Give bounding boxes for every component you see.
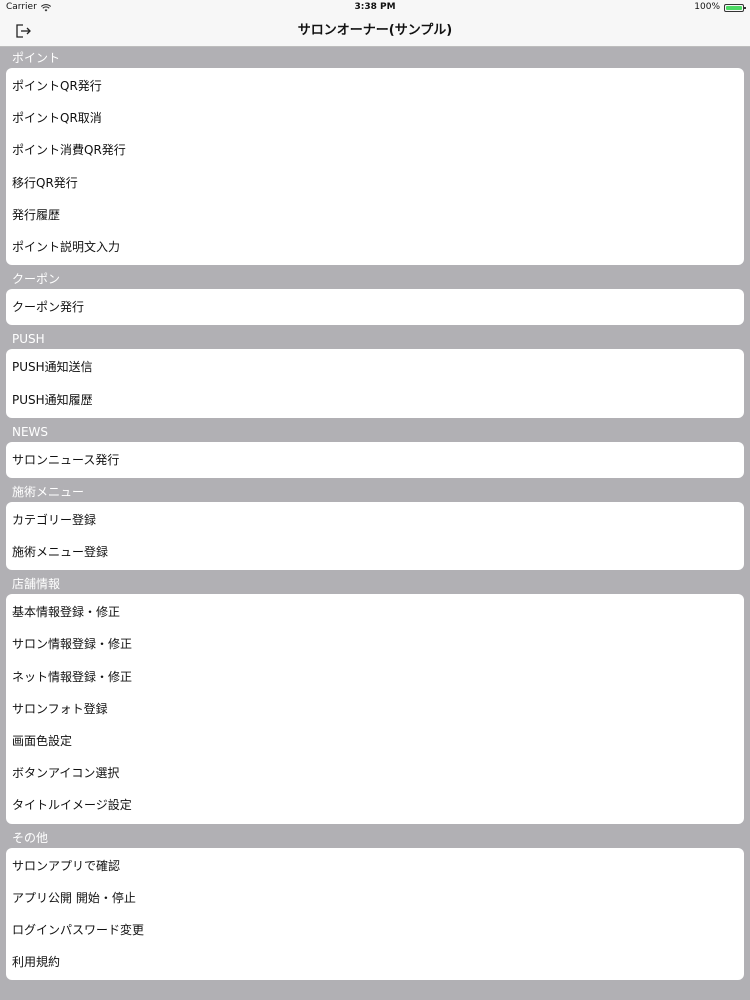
status-time: 3:38 PM xyxy=(354,2,396,12)
menu-item[interactable]: ポイントQR発行 xyxy=(6,70,744,102)
section-card: サロンニュース発行 xyxy=(6,441,744,478)
status-right: 100% xyxy=(694,0,746,15)
battery-icon xyxy=(724,3,746,12)
section-card: カテゴリー登録 施術メニュー登録 xyxy=(6,501,744,571)
section-card: PUSH通知送信 PUSH通知履歴 xyxy=(6,349,744,418)
menu-item[interactable]: サロンニュース発行 xyxy=(6,444,744,476)
section-card: クーポン発行 xyxy=(6,289,744,326)
menu-item[interactable]: 基本情報登録・修正 xyxy=(6,596,744,628)
status-bar: Carrier 3:38 PM 100% xyxy=(0,0,750,15)
menu-item[interactable]: タイトルイメージ設定 xyxy=(6,789,744,821)
menu-item[interactable]: カテゴリー登録 xyxy=(6,504,744,536)
menu-item[interactable]: サロン情報登録・修正 xyxy=(6,628,744,660)
menu-item[interactable]: クーポン発行 xyxy=(6,291,744,323)
menu-item[interactable]: サロンフォト登録 xyxy=(6,693,744,725)
battery-fill xyxy=(726,5,742,10)
section-header: その他 xyxy=(12,830,49,845)
menu-item[interactable]: ボタンアイコン選択 xyxy=(6,757,744,789)
menu-item[interactable]: ネット情報登録・修正 xyxy=(6,661,744,693)
section-card: サロンアプリで確認 アプリ公開 開始・停止 ログインパスワード変更 利用規約 xyxy=(6,847,744,981)
menu-item[interactable]: ポイント説明文入力 xyxy=(6,231,744,263)
nav-bar: サロンオーナー(サンプル) xyxy=(0,15,750,47)
menu-item[interactable]: 発行履歴 xyxy=(6,199,744,231)
menu-item[interactable]: 施術メニュー登録 xyxy=(6,536,744,568)
section-header: PUSH xyxy=(12,332,45,347)
menu-item[interactable]: 移行QR発行 xyxy=(6,167,744,199)
section-card: 基本情報登録・修正 サロン情報登録・修正 ネット情報登録・修正 サロンフォト登録 画面色… xyxy=(6,594,744,824)
menu-item[interactable]: PUSH通知送信 xyxy=(6,351,744,383)
menu-item[interactable]: 利用規約 xyxy=(6,946,744,978)
menu-item[interactable]: PUSH通知履歴 xyxy=(6,384,744,416)
menu-list: ポイントポイントQR発行 ポイントQR取消 ポイント消費QR発行 移行QR発行 発行履歴… xyxy=(0,47,750,984)
section-header: 施術メニュー xyxy=(12,484,85,499)
menu-item[interactable]: ポイント消費QR発行 xyxy=(6,134,744,166)
menu-item[interactable]: ポイントQR取消 xyxy=(6,102,744,134)
menu-item[interactable]: ログインパスワード変更 xyxy=(6,914,744,946)
battery-percent: 100% xyxy=(694,2,720,12)
section-header: ポイント xyxy=(12,51,61,65)
menu-item[interactable]: アプリ公開 開始・停止 xyxy=(6,882,744,914)
battery-cap xyxy=(744,6,746,9)
page-title: サロンオーナー(サンプル) xyxy=(297,23,453,38)
section-header: クーポン xyxy=(12,272,61,287)
menu-item[interactable]: サロンアプリで確認 xyxy=(6,850,744,882)
section-header: NEWS xyxy=(12,424,49,439)
section-header: 店舗情報 xyxy=(12,577,61,592)
menu-item[interactable]: 画面色設定 xyxy=(6,725,744,757)
section-card: ポイントQR発行 ポイントQR取消 ポイント消費QR発行 移行QR発行 発行履歴 ポイント… xyxy=(6,68,744,266)
